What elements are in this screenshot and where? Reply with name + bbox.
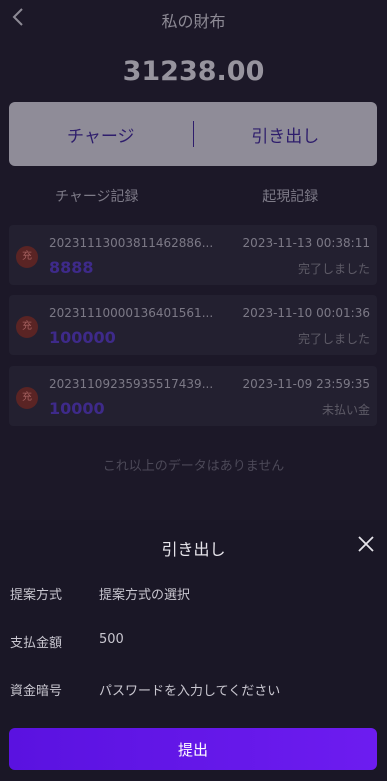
sheet-title: 引き出し	[161, 540, 226, 559]
amount-field[interactable]: 500	[99, 632, 124, 647]
record-amount: 8888	[49, 258, 94, 277]
password-label: 資金暗号	[10, 684, 63, 699]
record-status: 完了しました	[297, 262, 370, 276]
list-item[interactable]: 充 20231113003811462886... 8888 2023-11-1…	[9, 225, 377, 285]
action-bar: チャージ 引き出し	[9, 102, 377, 166]
page-title: 私の財布	[161, 12, 226, 31]
withdraw-button[interactable]: 引き出し	[194, 122, 378, 147]
charge-button[interactable]: チャージ	[9, 122, 193, 147]
password-row: 資金暗号 パスワードを入力してください	[0, 680, 387, 704]
charge-badge-icon: 充	[16, 387, 38, 409]
record-amount: 100000	[49, 328, 116, 347]
record-time: 2023-11-10 00:01:36	[242, 306, 370, 320]
tab-charge-records[interactable]: チャージ記録	[0, 186, 194, 206]
wallet-page: 私の財布 31238.00 チャージ 引き出し チャージ記録 起現記録 充 20…	[0, 0, 387, 520]
wallet-balance: 31238.00	[122, 56, 265, 87]
record-id: 20231110000136401561...	[49, 306, 214, 320]
method-label: 提案方式	[10, 588, 63, 603]
record-time: 2023-11-09 23:59:35	[242, 377, 370, 391]
method-select[interactable]: 提案方式の選択	[99, 584, 190, 603]
submit-button[interactable]: 提出	[9, 728, 377, 770]
amount-label: 支払金額	[10, 636, 63, 651]
record-amount: 10000	[49, 399, 105, 418]
record-id: 20231113003811462886...	[49, 236, 214, 250]
withdraw-sheet: 引き出し 提案方式 提案方式の選択 支払金額 500 資金暗号 パスワードを入力…	[0, 520, 387, 781]
no-more-data: これ以上のデータはありません	[102, 459, 285, 474]
password-field[interactable]: パスワードを入力してください	[99, 680, 280, 699]
list-item[interactable]: 充 20231109235935517439... 10000 2023-11-…	[9, 366, 377, 426]
charge-badge-icon: 充	[16, 246, 38, 268]
charge-badge-icon: 充	[16, 316, 38, 338]
record-id: 20231109235935517439...	[49, 377, 214, 391]
record-time: 2023-11-13 00:38:11	[242, 236, 370, 250]
record-status: 未払い金	[321, 403, 370, 417]
method-row[interactable]: 提案方式 提案方式の選択	[0, 584, 387, 608]
amount-row: 支払金額 500	[0, 632, 387, 656]
header: 私の財布	[0, 0, 387, 36]
tab-withdraw-records[interactable]: 起現記録	[194, 186, 387, 206]
list-item[interactable]: 充 20231110000136401561... 100000 2023-11…	[9, 295, 377, 355]
record-status: 完了しました	[297, 332, 370, 346]
record-tabs: チャージ記録 起現記録	[0, 186, 387, 206]
close-icon[interactable]	[356, 534, 376, 554]
